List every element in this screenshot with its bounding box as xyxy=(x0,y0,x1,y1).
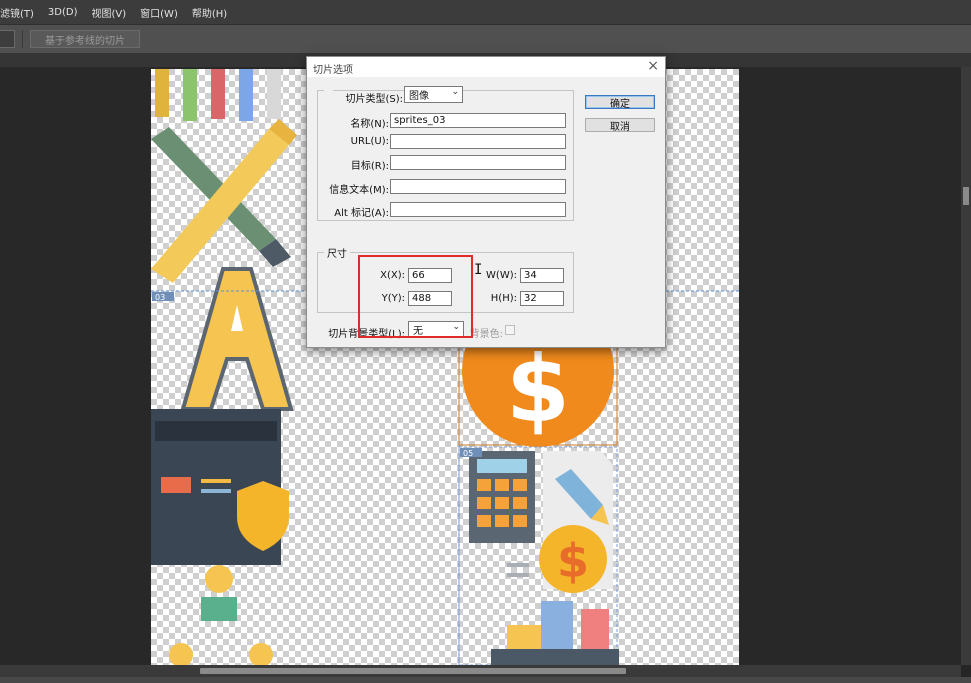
svg-text:$: $ xyxy=(557,534,589,588)
pencil-red xyxy=(211,69,225,119)
pencil-yellow xyxy=(155,69,169,117)
options-separator xyxy=(22,30,23,48)
highlight-box xyxy=(358,255,473,338)
slice-badge-05-label: 05 xyxy=(463,449,473,458)
bar-chart-icon xyxy=(491,601,619,665)
ok-button[interactable]: 确定 xyxy=(585,95,655,110)
name-label: 名称(N): xyxy=(350,119,389,130)
vertical-scrollbar[interactable] xyxy=(961,67,971,665)
slice-info-group xyxy=(317,85,574,221)
slice-type-value: 图像 xyxy=(409,91,429,102)
menu-filter[interactable]: 滤镜(T) xyxy=(0,5,34,20)
url-field[interactable] xyxy=(390,134,566,149)
pencil-gray xyxy=(267,69,281,119)
message-text-field[interactable] xyxy=(390,179,566,194)
vertical-scroll-thumb[interactable] xyxy=(963,187,969,205)
url-label: URL(U): xyxy=(350,136,389,147)
crossed-tools-icon xyxy=(151,119,297,283)
chevron-down-icon: ⌄ xyxy=(451,87,459,97)
dimensions-group-label: 尺寸 xyxy=(327,249,347,260)
message-text-label: 信息文本(M): xyxy=(329,185,389,196)
status-strip xyxy=(0,677,971,683)
target-label: 目标(R): xyxy=(350,161,389,172)
slices-from-guides-button[interactable]: 基于参考线的切片 xyxy=(30,30,140,48)
pencil-green xyxy=(183,69,197,121)
cancel-button[interactable]: 取消 xyxy=(585,118,655,133)
dialog-title: 切片选项 xyxy=(313,65,353,76)
svg-text:$: $ xyxy=(506,336,570,443)
person-icon xyxy=(205,565,233,593)
options-bar: 基于参考线的切片 xyxy=(0,24,971,54)
close-icon[interactable]: × xyxy=(647,58,659,74)
horizontal-scrollbar[interactable] xyxy=(0,665,961,677)
horizontal-scroll-thumb[interactable] xyxy=(200,668,626,674)
slice-type-select[interactable]: 图像 ⌄ xyxy=(404,86,463,103)
alt-tag-field[interactable] xyxy=(390,202,566,217)
menu-view[interactable]: 视图(V) xyxy=(92,5,127,20)
name-field[interactable] xyxy=(390,113,566,128)
h-label: H(H): xyxy=(490,293,517,304)
slice-badge-03-label: 03 xyxy=(155,293,165,302)
menu-bar: 滤镜(T) 3D(D) 视图(V) 窗口(W) 帮助(H) xyxy=(0,0,971,24)
menu-window[interactable]: 窗口(W) xyxy=(140,5,178,20)
bg-color-swatch xyxy=(505,325,515,335)
dialog-titlebar[interactable]: 切片选项 × xyxy=(307,57,665,77)
h-field[interactable] xyxy=(520,291,564,306)
menu-3d[interactable]: 3D(D) xyxy=(48,7,78,18)
pencil-blue xyxy=(239,69,253,121)
target-field[interactable] xyxy=(390,155,566,170)
letter-a-icon xyxy=(180,267,294,411)
slice-type-label: 切片类型(S): xyxy=(345,94,403,105)
menu-help[interactable]: 帮助(H) xyxy=(192,5,227,20)
calculator-icon xyxy=(469,451,535,543)
w-field[interactable] xyxy=(520,268,564,283)
options-control-stub[interactable] xyxy=(0,30,15,48)
alt-tag-label: Alt 标记(A): xyxy=(334,208,389,219)
text-cursor-icon: I xyxy=(474,262,483,278)
